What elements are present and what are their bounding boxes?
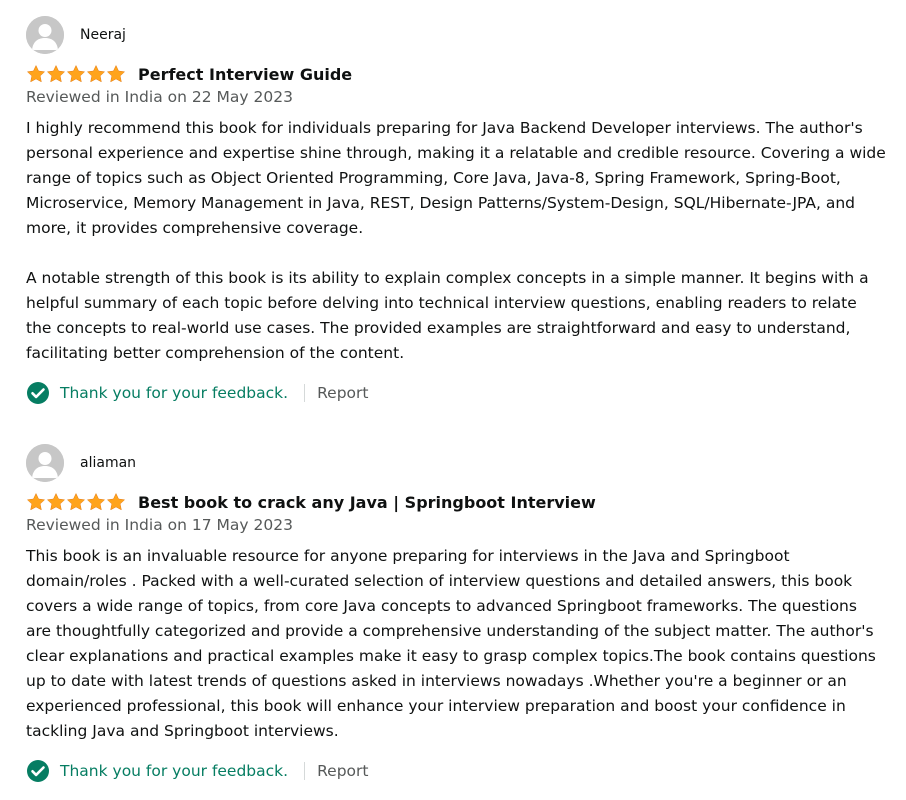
reviewer-name: Neeraj [80,27,126,43]
feedback-row: Thank you for your feedback. Report [26,758,368,784]
rating-row: Best book to crack any Java | Springboot… [26,490,596,514]
feedback-confirmation: Thank you for your feedback. [60,762,289,780]
review-body: This book is an invaluable resource for … [26,544,886,744]
reviewer-name: aliaman [80,455,137,471]
star-icon [106,492,126,512]
star-icon [46,492,66,512]
review-paragraph: A notable strength of this book is its a… [26,269,869,362]
rating-row: Perfect Interview Guide [26,62,352,86]
star-icon [66,64,86,84]
report-link[interactable]: Report [317,384,368,402]
star-icon [26,492,46,512]
review-date: Reviewed in India on 17 May 2023 [26,516,293,534]
review-date: Reviewed in India on 22 May 2023 [26,88,293,106]
reviews-list: Neeraj Perfect Interview Guide Reviewed … [0,0,906,800]
reviewer-profile[interactable]: Neeraj [26,14,126,56]
review-body: I highly recommend this book for individ… [26,116,886,366]
star-icon [66,492,86,512]
divider [304,384,306,402]
check-circle-icon [26,759,50,783]
divider [304,762,306,780]
star-rating[interactable] [26,64,126,84]
star-icon [106,64,126,84]
feedback-row: Thank you for your feedback. Report [26,380,368,406]
avatar [26,16,64,54]
check-circle-icon [26,381,50,405]
feedback-confirmation: Thank you for your feedback. [60,384,289,402]
avatar [26,444,64,482]
star-icon [86,64,106,84]
review-title[interactable]: Best book to crack any Java | Springboot… [138,493,596,512]
star-icon [46,64,66,84]
reviewer-profile[interactable]: aliaman [26,442,136,484]
review-paragraph: This book is an invaluable resource for … [26,547,876,740]
star-icon [26,64,46,84]
person-silhouette-icon [26,444,64,482]
review-title[interactable]: Perfect Interview Guide [138,65,352,84]
review-paragraph: I highly recommend this book for individ… [26,119,886,237]
report-link[interactable]: Report [317,762,368,780]
star-icon [86,492,106,512]
star-rating[interactable] [26,492,126,512]
person-silhouette-icon [26,16,64,54]
